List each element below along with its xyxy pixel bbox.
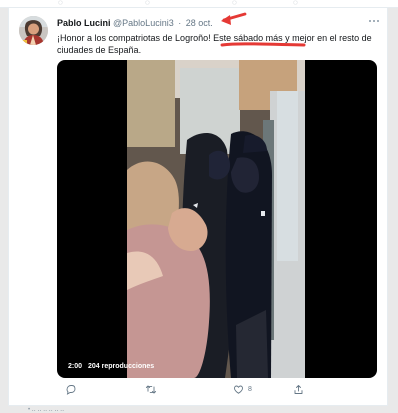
red-underline-annotation [220, 42, 306, 47]
video-player[interactable]: 2:00 204 reproducciones [57, 60, 377, 378]
avatar[interactable] [19, 16, 48, 45]
red-arrow-annotation [221, 12, 247, 25]
next-tweet-cutoff: • ‥ ‥ ‥ ‥ ‥ ‥ [28, 407, 65, 413]
user-handle[interactable]: @PabloLucini3 [113, 18, 174, 28]
retweet-button[interactable] [145, 381, 157, 397]
video-overlay: 2:00 204 reproducciones [68, 362, 154, 371]
tweet-actions: 8 [57, 381, 379, 397]
more-dot [377, 20, 379, 22]
video-duration: 2:00 [68, 363, 83, 370]
display-name[interactable]: Pablo Lucini [57, 18, 111, 28]
more-dot [369, 20, 371, 22]
video-thumbnail [127, 60, 305, 378]
like-count: 8 [248, 385, 252, 393]
more-options-icon[interactable] [369, 18, 380, 24]
share-icon[interactable]: ◌ [293, 0, 305, 5]
retweet-icon [145, 384, 157, 394]
tweet-header: Pablo Lucini @PabloLucini3 · 28 oct. [57, 16, 213, 30]
tweet-text: ¡Honor a los compatriotas de Logroño! Es… [57, 33, 372, 55]
video-view-count: 204 reproducciones [88, 363, 155, 370]
tweet-date[interactable]: 28 oct. [186, 18, 213, 28]
retweet-icon[interactable]: ◌ [145, 0, 157, 5]
heart-icon[interactable]: ◌ [232, 0, 244, 5]
reply-icon[interactable]: ◌ [58, 0, 70, 5]
video-frame[interactable] [127, 60, 305, 378]
share-button[interactable] [293, 381, 304, 397]
previous-tweet-actions: ◌ ◌ ◌ ◌ [0, 0, 398, 8]
heart-icon [234, 385, 243, 394]
like-button[interactable]: 8 [233, 381, 252, 397]
avatar-image [19, 16, 48, 45]
share-icon [294, 384, 303, 394]
reply-icon [66, 384, 76, 395]
separator-dot: · [178, 18, 182, 28]
reply-button[interactable] [65, 381, 76, 397]
more-dot [373, 20, 375, 22]
tweet-card[interactable]: Pablo Lucini @PabloLucini3 · 28 oct. ¡Ho… [8, 8, 388, 406]
